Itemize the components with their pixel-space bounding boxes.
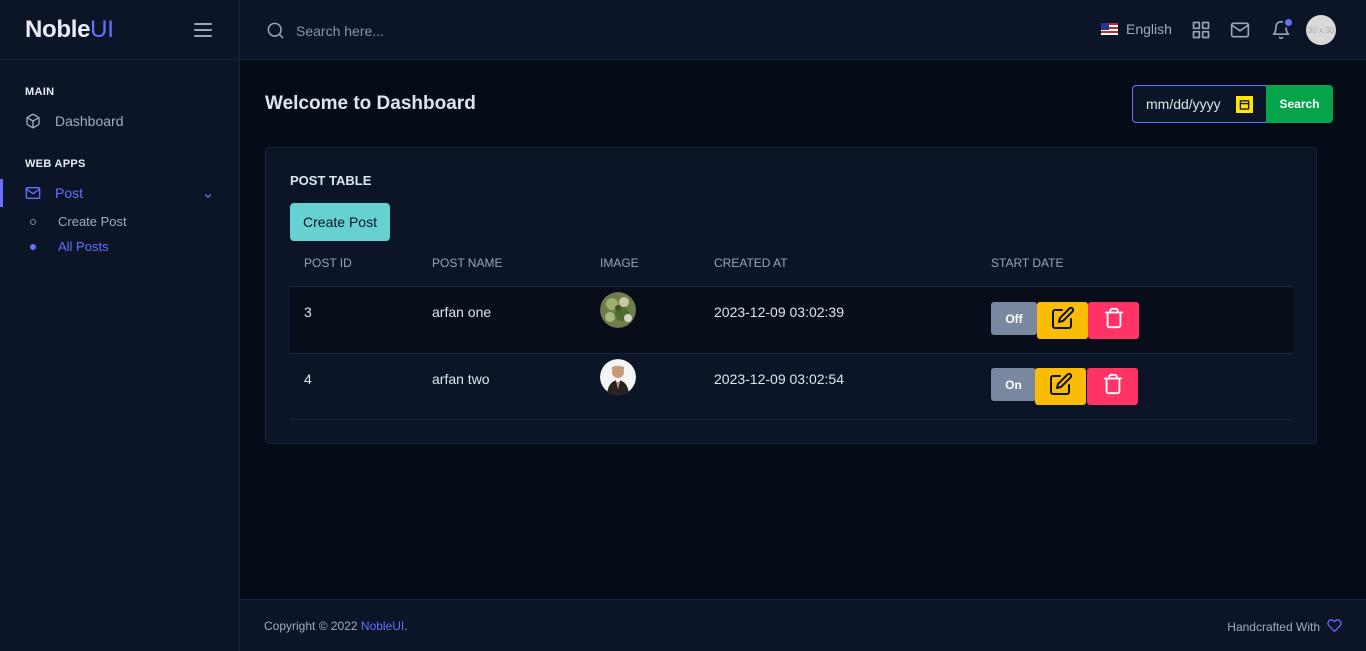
mail-icon xyxy=(25,185,41,201)
sidebar: NobleUI MAIN Dashboard WEB APPS Post Cre… xyxy=(0,0,240,651)
card-title: POST TABLE xyxy=(290,173,372,188)
copyright-prefix: Copyright © 2022 xyxy=(264,619,361,633)
box-icon xyxy=(25,113,41,129)
search-button[interactable]: Search xyxy=(1266,85,1333,123)
sidebar-subitem-all-posts[interactable]: All Posts xyxy=(30,239,109,254)
column-header-created-at: CREATED AT xyxy=(714,256,788,270)
notification-badge xyxy=(1283,17,1294,28)
created-at-cell: 2023-12-09 03:02:54 xyxy=(714,371,844,387)
delete-button[interactable] xyxy=(1087,368,1138,405)
footer: Copyright © 2022 NobleUI. Handcrafted Wi… xyxy=(240,599,1366,651)
sidebar-item-label: Post xyxy=(55,185,84,201)
date-input[interactable]: mm/dd/yyyy xyxy=(1132,85,1267,123)
edit-button[interactable] xyxy=(1037,302,1088,339)
sidebar-item-label: Dashboard xyxy=(55,113,124,129)
table-row: 3 arfan one 2023-12-09 03:02:39 Off xyxy=(290,286,1293,353)
menu-toggle-icon[interactable] xyxy=(194,22,214,37)
delete-button[interactable] xyxy=(1088,302,1139,339)
grid-icon[interactable] xyxy=(1191,20,1211,40)
chevron-down-icon xyxy=(203,188,213,204)
heart-icon xyxy=(1320,618,1342,636)
post-table-card: POST TABLE Create Post POST ID POST NAME… xyxy=(265,147,1317,444)
page-title: Welcome to Dashboard xyxy=(265,93,476,114)
status-toggle-button[interactable]: Off xyxy=(991,302,1037,335)
sidebar-subitem-create-post[interactable]: Create Post xyxy=(30,214,127,229)
sidebar-item-post[interactable]: Post xyxy=(0,179,239,207)
created-at-cell: 2023-12-09 03:02:39 xyxy=(714,304,844,320)
nav-category-main: MAIN xyxy=(25,86,55,98)
trash-icon xyxy=(1103,307,1125,334)
status-toggle-button[interactable]: On xyxy=(991,368,1036,401)
post-name-cell: arfan two xyxy=(432,371,490,387)
edit-icon xyxy=(1049,372,1073,401)
us-flag-icon xyxy=(1101,23,1118,35)
create-post-button[interactable]: Create Post xyxy=(290,203,390,241)
copyright-text: Copyright © 2022 NobleUI. xyxy=(264,619,408,633)
language-label: English xyxy=(1126,21,1172,37)
noble-ui-link[interactable]: NobleUI xyxy=(361,619,404,633)
date-placeholder: mm/dd/yyyy xyxy=(1146,96,1221,112)
handcrafted-label: Handcrafted With xyxy=(1227,620,1320,634)
table-row: 4 arfan two 2023-12-09 03:02:54 On xyxy=(290,353,1293,420)
calendar-icon[interactable] xyxy=(1236,96,1253,113)
column-header-post-name: POST NAME xyxy=(432,256,503,270)
search-input[interactable] xyxy=(296,18,596,44)
edit-icon xyxy=(1051,306,1075,335)
mail-icon[interactable] xyxy=(1230,20,1250,40)
post-id-cell: 3 xyxy=(304,304,312,320)
brand-logo[interactable]: NobleUI xyxy=(25,16,114,44)
column-header-post-id: POST ID xyxy=(304,256,352,270)
handcrafted-text: Handcrafted With xyxy=(1227,618,1342,636)
bullet-icon xyxy=(30,218,36,225)
post-name-cell: arfan one xyxy=(432,304,492,320)
topbar: English 30 x 30 xyxy=(240,0,1366,60)
language-dropdown[interactable]: English xyxy=(1101,21,1172,37)
avatar[interactable]: 30 x 30 xyxy=(1306,15,1336,45)
brand-accent: UI xyxy=(90,15,114,43)
sidebar-subitem-label: All Posts xyxy=(58,239,109,254)
brand-main: Noble xyxy=(25,15,91,43)
sidebar-subitem-label: Create Post xyxy=(58,214,127,229)
sidebar-header: NobleUI xyxy=(0,0,239,60)
trash-icon xyxy=(1102,373,1124,400)
nav-category-web-apps: WEB APPS xyxy=(25,158,86,170)
column-header-image: IMAGE xyxy=(600,256,639,270)
column-header-start-date: START DATE xyxy=(991,256,1064,270)
sidebar-item-dashboard[interactable]: Dashboard xyxy=(0,107,239,135)
edit-button[interactable] xyxy=(1035,368,1086,405)
search-icon xyxy=(266,21,285,45)
post-id-cell: 4 xyxy=(304,371,312,387)
post-image xyxy=(600,292,636,328)
post-image xyxy=(600,359,636,395)
bullet-icon xyxy=(30,243,36,250)
copyright-suffix: . xyxy=(404,619,408,633)
